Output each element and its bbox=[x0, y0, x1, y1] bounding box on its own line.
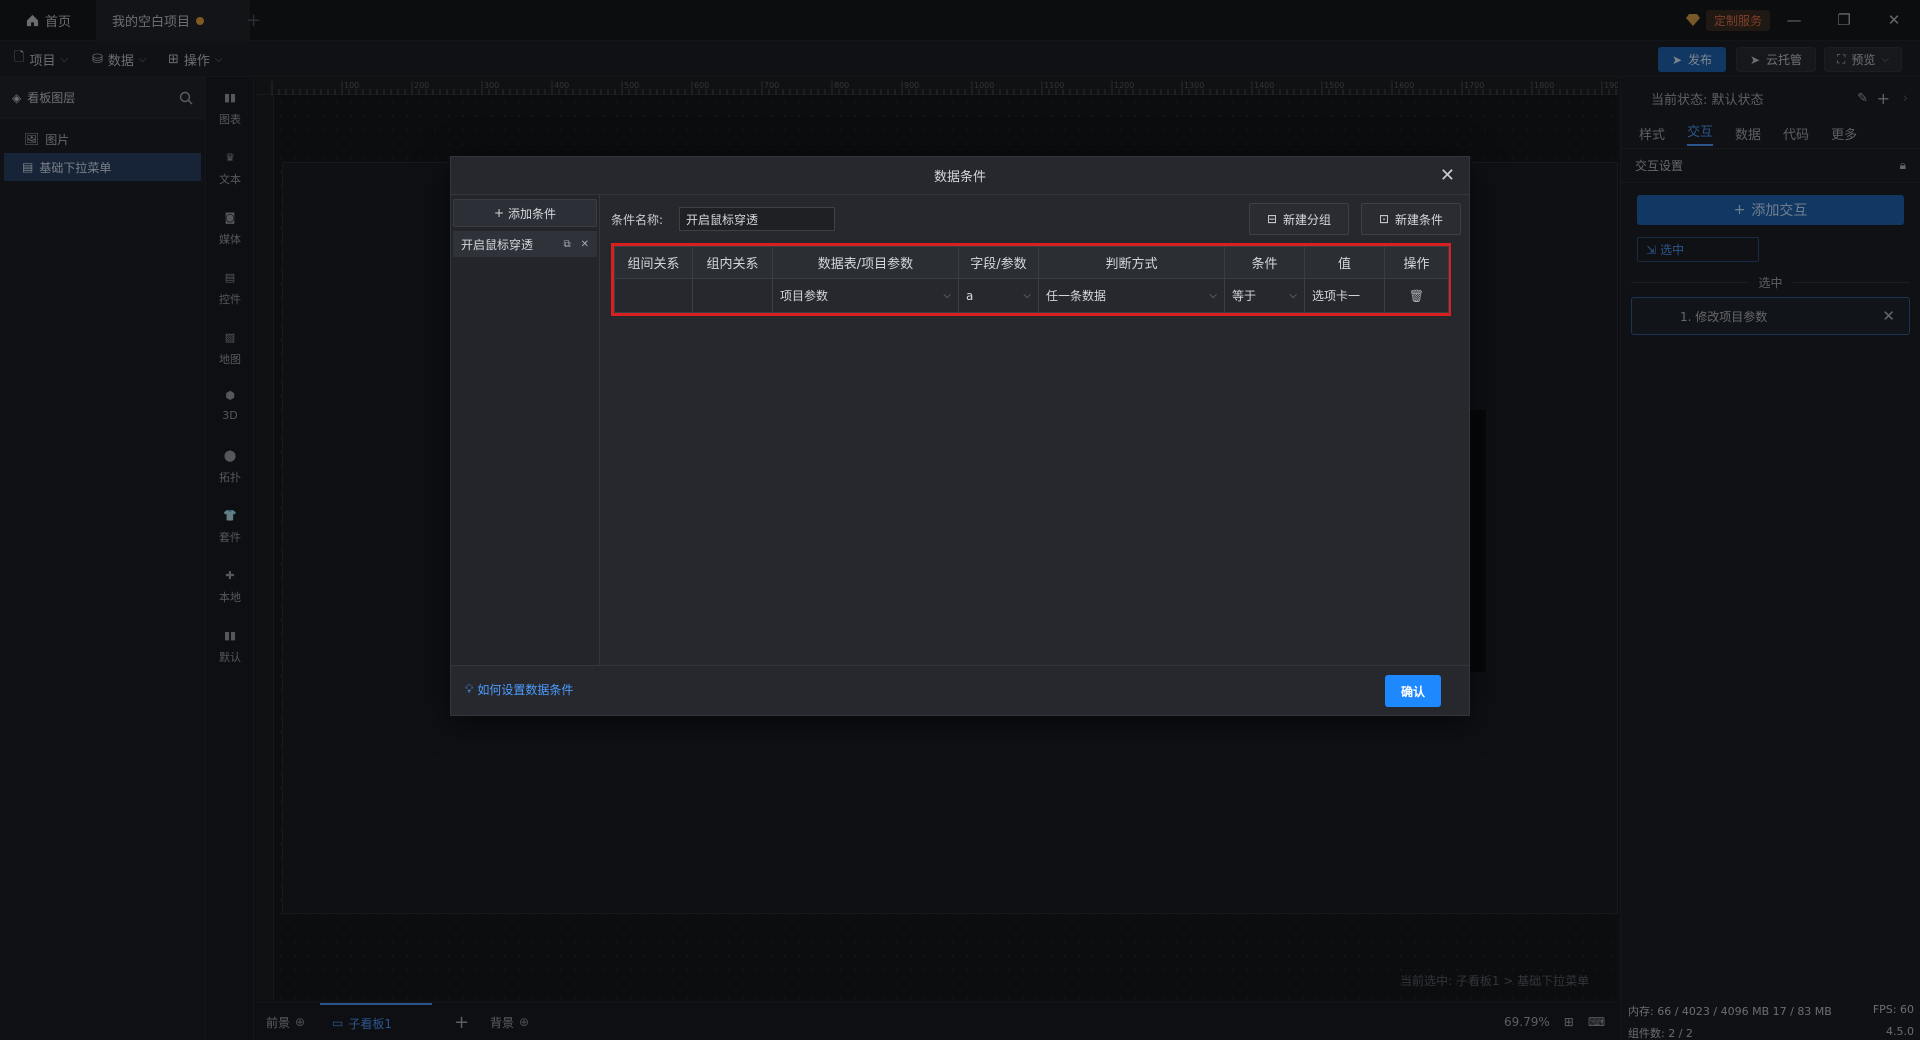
close-icon[interactable]: ✕ bbox=[581, 239, 589, 250]
header-condition: 条件 bbox=[1224, 246, 1305, 279]
header-value: 值 bbox=[1304, 246, 1385, 279]
copy-icon[interactable]: ⧉ bbox=[563, 239, 570, 250]
trash-icon[interactable]: 🗑︎ bbox=[1409, 289, 1424, 303]
condition-table: 组间关系 组内关系 数据表/项目参数 字段/参数 判断方式 条件 值 操作 项目… bbox=[611, 243, 1451, 316]
data-condition-dialog: 数据条件 ✕ + 添加条件 开启鼠标穿透 ⧉ ✕ 条件名称: 开启鼠标穿透 ⊟ … bbox=[450, 156, 1470, 716]
condition-select[interactable]: 等于 ⌵ bbox=[1224, 278, 1305, 313]
new-condition-label: 新建条件 bbox=[1395, 212, 1444, 227]
condition-name-label: 条件名称: bbox=[611, 212, 664, 227]
add-condition-button[interactable]: + 添加条件 bbox=[453, 199, 597, 227]
plus-icon: + bbox=[493, 206, 505, 220]
source-select[interactable]: 项目参数 ⌵ bbox=[772, 278, 959, 313]
condition-editor: 条件名称: 开启鼠标穿透 ⊟ 新建分组 ⊡ 新建条件 组间关系 组内关系 数据表… bbox=[601, 195, 1469, 665]
table-row: 项目参数 ⌵ a ⌵ 任一条数据 ⌵ 等于 ⌵ 选项卡一 🗑︎ bbox=[614, 278, 1449, 313]
method-value: 任一条数据 bbox=[1046, 289, 1107, 303]
condition-list: + 添加条件 开启鼠标穿透 ⧉ ✕ bbox=[451, 195, 600, 665]
add-square-icon: ⊡ bbox=[1378, 212, 1390, 226]
dialog-footer: 💡︎ 如何设置数据条件 确认 bbox=[451, 665, 1469, 715]
condition-list-item[interactable]: 开启鼠标穿透 ⧉ ✕ bbox=[453, 231, 597, 257]
confirm-button[interactable]: 确认 bbox=[1385, 675, 1441, 707]
dialog-header: 数据条件 ✕ bbox=[451, 157, 1469, 195]
dialog-title: 数据条件 bbox=[933, 170, 986, 185]
condition-name-input[interactable]: 开启鼠标穿透 bbox=[679, 207, 836, 231]
header-source: 数据表/项目参数 bbox=[772, 246, 959, 279]
field-value: a bbox=[966, 288, 974, 303]
intra-group-cell bbox=[692, 278, 773, 313]
add-condition-label: 添加条件 bbox=[508, 206, 557, 221]
help-label: 如何设置数据条件 bbox=[477, 683, 574, 697]
header-field: 字段/参数 bbox=[958, 246, 1039, 279]
method-select[interactable]: 任一条数据 ⌵ bbox=[1038, 278, 1225, 313]
header-method: 判断方式 bbox=[1038, 246, 1225, 279]
chevron-down-icon: ⌵ bbox=[1023, 290, 1031, 301]
group-icon: ⊟ bbox=[1266, 212, 1278, 226]
new-condition-button[interactable]: ⊡ 新建条件 bbox=[1361, 203, 1461, 235]
header-action: 操作 bbox=[1384, 246, 1449, 279]
field-select[interactable]: a ⌵ bbox=[958, 278, 1039, 313]
header-intra-group: 组内关系 bbox=[692, 246, 773, 279]
value-input[interactable]: 选项卡一 bbox=[1304, 278, 1385, 313]
chevron-down-icon: ⌵ bbox=[1209, 290, 1217, 301]
condition-item-label: 开启鼠标穿透 bbox=[461, 237, 534, 252]
new-group-label: 新建分组 bbox=[1283, 212, 1332, 227]
table-header-row: 组间关系 组内关系 数据表/项目参数 字段/参数 判断方式 条件 值 操作 bbox=[614, 246, 1449, 279]
condition-value: 等于 bbox=[1232, 289, 1257, 303]
chevron-down-icon: ⌵ bbox=[943, 290, 951, 301]
new-group-button[interactable]: ⊟ 新建分组 bbox=[1249, 203, 1349, 235]
close-icon[interactable]: ✕ bbox=[1440, 165, 1455, 186]
help-link[interactable]: 💡︎ 如何设置数据条件 bbox=[465, 681, 573, 698]
lightbulb-icon: 💡︎ bbox=[465, 682, 474, 696]
chevron-down-icon: ⌵ bbox=[1289, 290, 1297, 301]
delete-cell: 🗑︎ bbox=[1384, 278, 1449, 313]
source-value: 项目参数 bbox=[780, 289, 829, 303]
inter-group-cell bbox=[614, 278, 693, 313]
header-inter-group: 组间关系 bbox=[614, 246, 693, 279]
condition-name-row: 条件名称: 开启鼠标穿透 bbox=[611, 207, 836, 231]
